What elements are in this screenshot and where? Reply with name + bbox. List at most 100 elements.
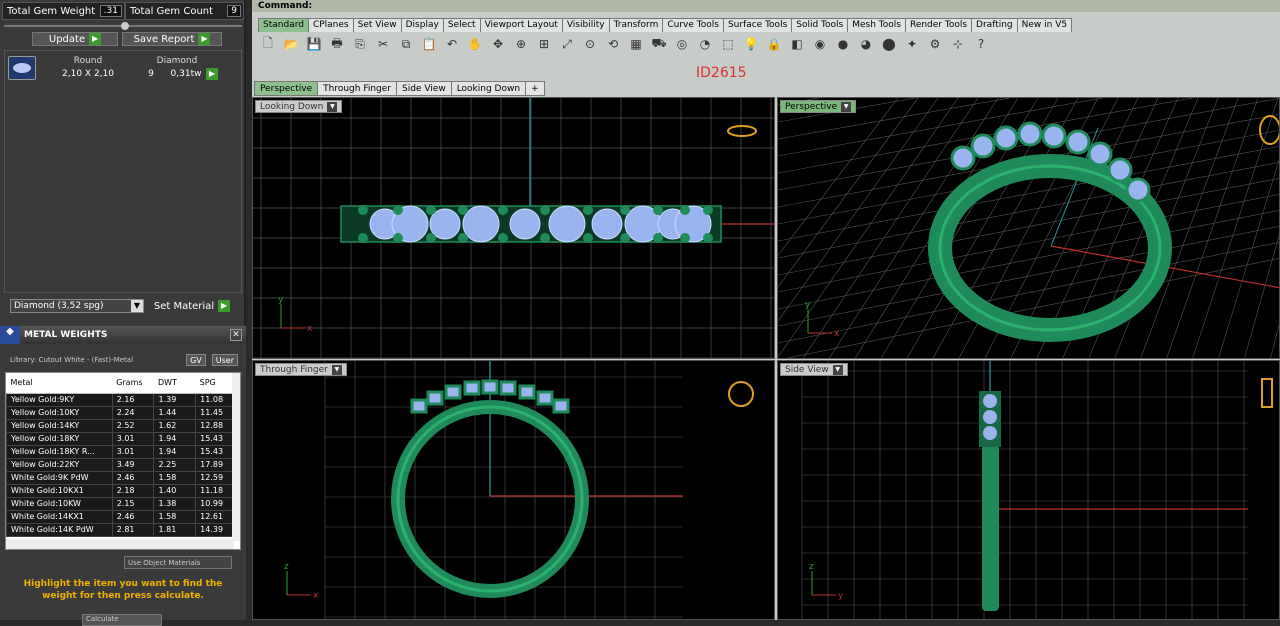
zoom-selected-icon[interactable]: ⊙ <box>580 34 600 54</box>
tab-select[interactable]: Select <box>442 18 481 32</box>
tab-set-view[interactable]: Set View <box>352 18 402 32</box>
gem-row[interactable]: 2,10 X 2,10 9 0,31tw ▶ <box>6 67 218 80</box>
viewport-tab-looking-down[interactable]: Looking Down <box>450 81 527 96</box>
close-icon[interactable]: ✕ <box>230 329 242 341</box>
render-sphere-icon[interactable]: ◕ <box>856 34 876 54</box>
viewport-looking-down[interactable]: Looking Down ▼ xy <box>252 97 775 359</box>
viewport-tab-through-finger[interactable]: Through Finger <box>317 81 397 96</box>
col-metal[interactable]: Metal <box>6 373 113 394</box>
command-line[interactable]: Command: <box>252 0 1280 12</box>
table-row[interactable]: Yellow Gold:18KY 3.01 1.94 15.43 <box>6 431 234 446</box>
grid-icon[interactable]: ▦ <box>626 34 646 54</box>
chevron-down-icon: ▼ <box>841 101 852 112</box>
settings-icon[interactable]: ⚙ <box>925 34 945 54</box>
user-toggle[interactable]: User <box>211 354 238 366</box>
table-row[interactable]: Yellow Gold:22KY 3.49 2.25 17.89 <box>6 457 234 472</box>
color-wheel-icon[interactable]: ◉ <box>810 34 830 54</box>
save-report-button[interactable]: Save Report ▶ <box>122 32 222 46</box>
undo-view-icon[interactable]: ⟲ <box>603 34 623 54</box>
gem-slider[interactable] <box>4 22 242 30</box>
use-object-materials-button[interactable]: Use Object Materials <box>124 556 232 569</box>
vertical-scrollbar[interactable] <box>232 373 240 541</box>
table-cell: 2.18 <box>111 483 155 498</box>
light-icon[interactable]: 💡 <box>741 34 761 54</box>
gem-stone <box>591 208 623 240</box>
set-material-button[interactable]: Set Material ▶ <box>152 299 232 313</box>
table-row[interactable]: Yellow Gold:10KY 2.24 1.44 11.45 <box>6 405 234 420</box>
tab-surface-tools[interactable]: Surface Tools <box>722 18 793 32</box>
zoom-icon[interactable]: ⊕ <box>511 34 531 54</box>
viewport-label[interactable]: Looking Down ▼ <box>255 100 343 113</box>
zoom-window-icon[interactable]: ⊞ <box>534 34 554 54</box>
tab-new-in-v5[interactable]: New in V5 <box>1016 18 1073 32</box>
viewport-label[interactable]: Side View ▼ <box>780 363 848 376</box>
tab-visibility[interactable]: Visibility <box>561 18 610 32</box>
help-icon[interactable]: ? <box>971 34 991 54</box>
table-cell: Yellow Gold:18KY <box>6 431 113 446</box>
table-row[interactable]: White Gold:10KW 2.15 1.38 10.99 <box>6 496 234 511</box>
table-row[interactable]: White Gold:14KX1 2.46 1.58 12.61 <box>6 509 234 524</box>
table-cell: Yellow Gold:22KY <box>6 457 113 472</box>
table-row[interactable]: Yellow Gold:18KY R... 3.01 1.94 15.43 <box>6 444 234 459</box>
new-icon[interactable]: 🗋 <box>258 34 278 54</box>
table-row[interactable]: Yellow Gold:14KY 2.52 1.62 12.88 <box>6 418 234 433</box>
viewport-perspective[interactable]: Perspective ▼ xy <box>777 97 1280 359</box>
calculate-button[interactable]: Calculate <box>82 614 162 626</box>
tab-solid-tools[interactable]: Solid Tools <box>791 18 849 32</box>
table-cell: 2.24 <box>111 405 155 420</box>
tab-drafting[interactable]: Drafting <box>971 18 1018 32</box>
transform-icon[interactable]: ⊹ <box>948 34 968 54</box>
tab-mesh-tools[interactable]: Mesh Tools <box>847 18 906 32</box>
table-row[interactable]: White Gold:10KX1 2.18 1.40 11.18 <box>6 483 234 498</box>
gv-toggle[interactable]: GV <box>186 354 206 366</box>
viewport-tab-side-view[interactable]: Side View <box>396 81 452 96</box>
horizontal-scrollbar[interactable] <box>6 539 234 549</box>
lock-icon[interactable]: 🔒 <box>764 34 784 54</box>
export-icon[interactable]: ⎘ <box>350 34 370 54</box>
table-row[interactable]: White Gold:14K PdW 2.81 1.81 14.39 <box>6 522 234 537</box>
slider-knob[interactable] <box>121 22 129 30</box>
copy-icon[interactable]: ⧉ <box>396 34 416 54</box>
osnap-icon[interactable]: ◔ <box>695 34 715 54</box>
sphere-icon[interactable]: ● <box>833 34 853 54</box>
zoom-extents-icon[interactable]: ⤢ <box>557 34 577 54</box>
viewport-through-finger[interactable]: Through Finger ▼ xz <box>252 360 775 620</box>
viewport-tab-perspective[interactable]: Perspective <box>254 81 319 96</box>
snap-icon[interactable]: ◎ <box>672 34 692 54</box>
update-button[interactable]: Update ▶ <box>32 32 118 46</box>
table-row[interactable]: Yellow Gold:9KY 2.16 1.39 11.08 <box>6 392 234 407</box>
col-spg[interactable]: SPG <box>195 373 234 394</box>
undo-icon[interactable]: ↶ <box>442 34 462 54</box>
save-icon[interactable]: 💾 <box>304 34 324 54</box>
viewport-label[interactable]: Through Finger ▼ <box>255 363 347 376</box>
rotate-icon[interactable]: ✥ <box>488 34 508 54</box>
material-select[interactable]: Diamond (3,52 spg) ▼ <box>10 299 144 313</box>
tab-cplanes[interactable]: CPlanes <box>307 18 354 32</box>
pan-icon[interactable]: ✋ <box>465 34 485 54</box>
paste-icon[interactable]: 📋 <box>419 34 439 54</box>
tab-curve-tools[interactable]: Curve Tools <box>662 18 724 32</box>
viewport-label[interactable]: Perspective ▼ <box>780 100 857 113</box>
cut-icon[interactable]: ✂ <box>373 34 393 54</box>
material-sphere-icon[interactable]: ⬤ <box>879 34 899 54</box>
main-area: Command: Standard CPlanes Set View Display S… <box>252 0 1280 620</box>
table-row[interactable]: White Gold:9K PdW 2.46 1.58 12.59 <box>6 470 234 485</box>
viewport-side-view[interactable]: Side View ▼ yz <box>777 360 1280 620</box>
tab-transform[interactable]: Transform <box>608 18 664 32</box>
select-icon[interactable]: ⬚ <box>718 34 738 54</box>
layer-icon[interactable]: ◧ <box>787 34 807 54</box>
car-icon[interactable]: ⛟ <box>649 34 669 54</box>
tab-display[interactable]: Display <box>400 18 444 32</box>
tab-viewport-layout[interactable]: Viewport Layout <box>479 18 563 32</box>
col-grams[interactable]: Grams <box>112 373 154 394</box>
tab-standard[interactable]: Standard <box>258 18 309 32</box>
add-viewport-tab[interactable]: + <box>525 81 545 96</box>
tab-render-tools[interactable]: Render Tools <box>904 18 973 32</box>
print-icon[interactable]: 🖶 <box>327 34 347 54</box>
col-dwt[interactable]: DWT <box>153 373 196 394</box>
sun-icon[interactable]: ✦ <box>902 34 922 54</box>
play-icon[interactable]: ▶ <box>206 67 218 80</box>
table-cell: 1.44 <box>153 405 197 420</box>
material-row: Diamond (3,52 spg) ▼ Set Material ▶ <box>10 298 242 314</box>
open-icon[interactable]: 📂 <box>281 34 301 54</box>
